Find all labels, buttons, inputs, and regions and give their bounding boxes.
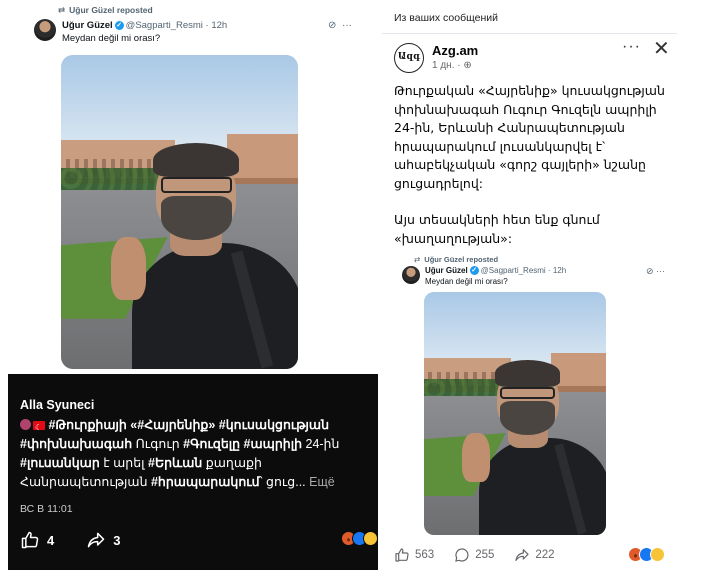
repost-icon: ⇄ <box>414 255 421 264</box>
embedded-tweet[interactable]: ⇄ Uğur Güzel reposted Uğur Güzel ✓ @Sagpart… <box>392 250 677 540</box>
caption-hashtag-3[interactable]: #լուսանկար <box>20 456 100 470</box>
more-icon: ··· <box>656 266 665 276</box>
tweet-text: Meydan değil mi orası? <box>62 33 161 44</box>
post-source-header: Из ваших сообщений <box>394 12 498 24</box>
sad-reaction-icon <box>650 547 665 562</box>
share-button[interactable]: 222 <box>514 547 555 563</box>
post-author[interactable]: Alla Syuneci <box>20 398 94 412</box>
verified-icon: ✓ <box>469 266 479 276</box>
more-options-icon[interactable]: ··· <box>622 38 641 56</box>
see-more-link[interactable]: Ещё <box>309 475 335 489</box>
caption-text-5: ՝ ցուց... <box>259 475 306 489</box>
like-count: 563 <box>415 549 435 561</box>
share-count: 3 <box>113 532 121 548</box>
repost-indicator: ⇄ Uğur Güzel reposted <box>58 5 153 16</box>
verified-icon: ✓ <box>114 20 124 30</box>
grok-icon: ⊘ <box>645 266 654 276</box>
grok-icon[interactable]: ⊘ <box>328 20 336 31</box>
dark-post-panel: Alla Syuneci #Թուրքիայի «#Հայրենիք» #կու… <box>8 374 378 570</box>
post-actions: 4 3 <box>20 530 146 550</box>
tweet-author: Uğur Güzel ✓ @Sagparti_Resmi · 12h <box>425 266 567 276</box>
share-icon <box>515 549 529 561</box>
tweet-text: Meydan değil mi orası? <box>425 277 508 286</box>
repost-label: Uğur Güzel reposted <box>69 5 153 15</box>
tweet-photo[interactable] <box>61 55 298 369</box>
share-icon <box>87 532 105 548</box>
thumbs-up-icon <box>21 531 39 549</box>
post-time[interactable]: 1 дн. · <box>432 60 461 71</box>
comment-count: 255 <box>475 549 495 561</box>
reaction-summary[interactable] <box>628 547 665 562</box>
caption-hashtag-4[interactable]: #Երևան <box>148 456 202 470</box>
post-meta: 1 дн. · ⊕ <box>432 60 472 71</box>
tweet-photo[interactable] <box>424 292 606 535</box>
left-tweet-card[interactable]: ⇄ Uğur Güzel reposted Uğur Güzel ✓ @Sagpart… <box>20 0 362 373</box>
comment-icon <box>455 548 469 562</box>
author-name[interactable]: Uğur Güzel <box>62 20 113 31</box>
repost-icon: ⇄ <box>58 5 66 15</box>
divider <box>382 33 677 34</box>
facebook-post-panel: Из ваших сообщений Ազգ Azg.am 1 дн. · ⊕ … <box>382 0 717 570</box>
caption-text-2: 24-ին <box>302 437 340 451</box>
tweet-tools: ⊘ ··· <box>646 266 665 277</box>
caption-text-3: է արել <box>99 456 149 470</box>
avatar[interactable] <box>34 19 56 41</box>
globe-icon: ⊕ <box>463 60 472 71</box>
repost-indicator: ⇄ Uğur Güzel reposted <box>414 255 498 264</box>
author-handle: @Sagparti_Resmi · 12h <box>480 266 567 275</box>
close-icon[interactable]: ✕ <box>653 36 670 61</box>
page-avatar[interactable]: Ազգ <box>394 43 424 73</box>
post-caption: #Թուրքիայի «#Հայրենիք» #կուսակցության #փ… <box>20 416 360 492</box>
thumbs-up-icon <box>395 548 409 562</box>
post-actions: 563 255 222 <box>394 547 575 563</box>
share-count: 222 <box>535 549 555 561</box>
like-button[interactable]: 563 <box>394 547 434 563</box>
repost-label: Uğur Güzel reposted <box>424 255 499 264</box>
reaction-summary[interactable] <box>341 531 378 546</box>
post-body: Թուրքական «Հայրենիք» կուսակցության փոխնա… <box>394 82 674 266</box>
avatar <box>402 266 420 284</box>
caption-text-1: Ուգուր <box>132 437 184 451</box>
comment-button[interactable]: 255 <box>454 547 494 563</box>
turkey-flag-icon <box>33 418 45 437</box>
post-timestamp: ВС В 11:01 <box>20 503 73 515</box>
share-button[interactable]: 3 <box>86 530 120 550</box>
page-name[interactable]: Azg.am <box>432 43 478 58</box>
caption-hashtag-5[interactable]: #հրապարակում <box>151 475 260 489</box>
post-paragraph-1: Թուրքական «Հայրենիք» կուսակցության փոխնա… <box>394 83 665 191</box>
like-button[interactable]: 4 <box>20 530 54 550</box>
like-count: 4 <box>47 532 55 548</box>
tweet-tools: ⊘ ··· <box>328 20 352 31</box>
author-name: Uğur Güzel <box>425 266 468 275</box>
post-paragraph-2: Այս տեսակների հետ ենք գնում «խաղաղության… <box>394 212 600 246</box>
devil-emoji-icon <box>20 419 31 430</box>
tweet-author[interactable]: Uğur Güzel ✓ @Sagparti_Resmi · 12h <box>62 20 227 31</box>
sad-reaction-icon <box>363 531 378 546</box>
caption-hashtags-2[interactable]: #Գուզելը #ապրիլի <box>183 437 302 451</box>
more-icon[interactable]: ··· <box>342 20 352 31</box>
author-handle: @Sagparti_Resmi · 12h <box>125 20 228 31</box>
